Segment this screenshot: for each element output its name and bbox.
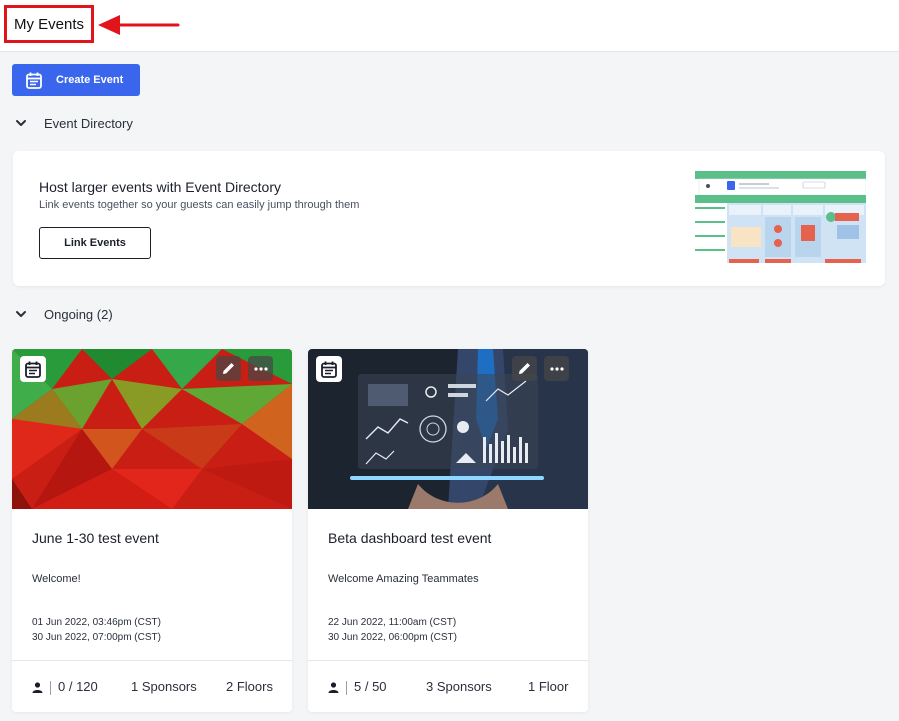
event-end-date: 30 Jun 2022, 06:00pm (CST) (328, 632, 457, 643)
more-dots-icon[interactable] (248, 356, 273, 381)
create-event-label: Create Event (56, 74, 124, 86)
event-card-footer: 5 / 50 3 Sponsors 1 Floor (308, 660, 588, 712)
promo-title: Host larger events with Event Directory (39, 179, 281, 195)
create-event-button[interactable]: Create Event (12, 64, 140, 96)
person-icon (328, 682, 339, 694)
calendar-icon (316, 356, 342, 382)
pencil-icon[interactable] (512, 356, 537, 381)
calendar-icon (20, 356, 46, 382)
event-directory-toggle[interactable]: Event Directory (12, 114, 133, 132)
attendees-stat: 0 / 120 (32, 679, 98, 695)
ongoing-label: Ongoing (2) (44, 306, 113, 322)
sponsors-count: 3 Sponsors (426, 679, 492, 694)
ongoing-toggle[interactable]: Ongoing (2) (12, 305, 113, 323)
attendees-stat: 5 / 50 (328, 679, 387, 695)
event-start-date: 22 Jun 2022, 11:00am (CST) (328, 617, 457, 628)
event-description: Welcome Amazing Teammates (328, 573, 479, 585)
event-directory-label: Event Directory (44, 115, 133, 131)
attendees-count: 5 / 50 (354, 679, 387, 694)
calendar-icon (26, 72, 42, 89)
floors-count: 1 Floor (528, 679, 569, 694)
event-name: June 1-30 test event (32, 530, 159, 546)
floors-count: 2 Floors (226, 679, 273, 694)
event-description: Welcome! (32, 573, 81, 585)
annotation-arrow (98, 15, 180, 35)
sponsors-count: 1 Sponsors (131, 679, 197, 694)
link-events-button[interactable]: Link Events (39, 227, 151, 259)
person-icon (32, 682, 43, 694)
event-start-date: 01 Jun 2022, 03:46pm (CST) (32, 617, 161, 628)
event-name: Beta dashboard test event (328, 530, 492, 546)
attendees-count: 0 / 120 (58, 679, 98, 694)
top-bar: My Events (0, 0, 899, 52)
pencil-icon[interactable] (216, 356, 241, 381)
event-card-footer: 0 / 120 1 Sponsors 2 Floors (12, 660, 292, 712)
chevron-down-icon (12, 305, 30, 323)
more-dots-icon[interactable] (544, 356, 569, 381)
page-title: My Events (4, 5, 94, 43)
event-card[interactable]: Beta dashboard test event Welcome Amazin… (308, 349, 588, 712)
event-card[interactable]: June 1-30 test event Welcome! 01 Jun 202… (12, 349, 292, 712)
promo-subtitle: Link events together so your guests can … (39, 199, 360, 211)
directory-illustration (695, 171, 866, 263)
event-end-date: 30 Jun 2022, 07:00pm (CST) (32, 632, 161, 643)
event-directory-promo: Host larger events with Event Directory … (13, 151, 885, 286)
chevron-down-icon (12, 114, 30, 132)
